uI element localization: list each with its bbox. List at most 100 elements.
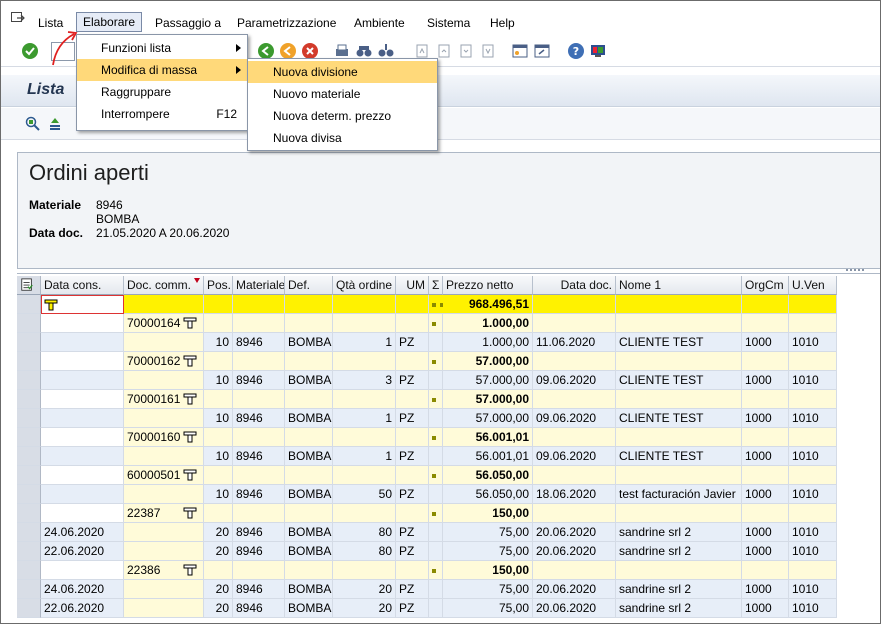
help-icon[interactable]: ? (567, 42, 585, 60)
sales-office[interactable]: 1010 (789, 409, 837, 428)
net-price[interactable]: 75,00 (443, 580, 533, 599)
sales-org[interactable]: 1000 (742, 580, 789, 599)
sales-office[interactable]: 1010 (789, 485, 837, 504)
net-price[interactable]: 75,00 (443, 599, 533, 618)
grid-cell[interactable] (742, 352, 789, 371)
subtotal-row[interactable]: 22386 150,00 (17, 561, 837, 580)
unit-of-measure[interactable]: PZ (396, 485, 429, 504)
material-description[interactable]: BOMBA (285, 333, 333, 352)
subtotal-level-cell[interactable] (429, 428, 443, 447)
grid-cell[interactable] (124, 580, 204, 599)
subtotal-amount[interactable]: 56.001,01 (443, 428, 533, 447)
material-description[interactable]: BOMBA (285, 542, 333, 561)
sales-org[interactable]: 1000 (742, 371, 789, 390)
row-selector[interactable] (17, 295, 41, 314)
material-description[interactable]: BOMBA (285, 485, 333, 504)
subtotal-icon[interactable] (183, 431, 197, 443)
grid-cell[interactable] (742, 428, 789, 447)
select-all-button[interactable] (17, 276, 41, 295)
grid-cell[interactable] (333, 428, 396, 447)
subtotal-icon[interactable] (183, 355, 197, 367)
total-icon[interactable] (44, 299, 58, 311)
row-selector[interactable] (17, 580, 41, 599)
table-row[interactable]: 24.06.2020 20 8946 BOMBA 80 PZ 75,00 20.06.2020… (17, 523, 837, 542)
grid-cell[interactable] (233, 561, 285, 580)
column-header-11[interactable]: OrgCm (742, 276, 789, 295)
grid-cell[interactable] (533, 466, 616, 485)
sales-doc-number[interactable]: 22387 (124, 504, 204, 523)
grid-cell[interactable] (285, 561, 333, 580)
grid-cell[interactable] (124, 447, 204, 466)
column-header-4[interactable]: Def. (285, 276, 333, 295)
net-price[interactable]: 75,00 (443, 523, 533, 542)
sales-org[interactable]: 1000 (742, 333, 789, 352)
row-selector[interactable] (17, 333, 41, 352)
delivery-date[interactable]: 22.06.2020 (41, 599, 124, 618)
unit-of-measure[interactable]: PZ (396, 333, 429, 352)
delivery-date[interactable] (41, 485, 124, 504)
material-description[interactable]: BOMBA (285, 371, 333, 390)
net-price[interactable]: 57.000,00 (443, 409, 533, 428)
unit-of-measure[interactable]: PZ (396, 542, 429, 561)
menu-help[interactable]: Help (484, 13, 521, 33)
grid-cell[interactable] (285, 314, 333, 333)
net-price[interactable]: 56.001,01 (443, 447, 533, 466)
grid-cell[interactable] (124, 599, 204, 618)
grid-cell[interactable] (429, 599, 443, 618)
grid-cell[interactable] (204, 390, 233, 409)
subtotal-amount[interactable]: 57.000,00 (443, 390, 533, 409)
net-price[interactable]: 57.000,00 (443, 371, 533, 390)
grid-cell[interactable] (41, 504, 124, 523)
grid-cell[interactable] (533, 428, 616, 447)
submenu-item-0[interactable]: Nuova divisione (248, 61, 437, 83)
row-selector[interactable] (17, 352, 41, 371)
grid-cell[interactable] (396, 314, 429, 333)
table-row[interactable]: 10 8946 BOMBA 3 PZ 57.000,00 09.06.2020 CLIENTE… (17, 371, 837, 390)
subtotal-row[interactable]: 70000161 57.000,00 (17, 390, 837, 409)
customize-layout-icon[interactable] (589, 42, 607, 60)
grid-cell[interactable] (41, 428, 124, 447)
next-page-icon[interactable] (457, 42, 475, 60)
row-selector[interactable] (17, 371, 41, 390)
order-quantity[interactable]: 3 (333, 371, 396, 390)
grid-cell[interactable] (204, 295, 233, 314)
grid-cell[interactable] (533, 390, 616, 409)
document-date[interactable]: 20.06.2020 (533, 542, 616, 561)
table-row[interactable]: 10 8946 BOMBA 50 PZ 56.050,00 18.06.2020 test f… (17, 485, 837, 504)
grid-cell[interactable] (616, 466, 742, 485)
document-date[interactable]: 18.06.2020 (533, 485, 616, 504)
column-header-10[interactable]: Nome 1 (616, 276, 742, 295)
column-header-0[interactable]: Data cons. (41, 276, 124, 295)
unit-of-measure[interactable]: PZ (396, 371, 429, 390)
row-selector[interactable] (17, 504, 41, 523)
sales-doc-number[interactable]: 60000501 (124, 466, 204, 485)
unit-of-measure[interactable]: PZ (396, 599, 429, 618)
material-description[interactable]: BOMBA (285, 409, 333, 428)
last-page-icon[interactable] (479, 42, 497, 60)
delivery-date[interactable] (41, 447, 124, 466)
column-header-12[interactable]: U.Ven (789, 276, 837, 295)
document-date[interactable]: 09.06.2020 (533, 447, 616, 466)
grid-cell[interactable] (742, 390, 789, 409)
order-quantity[interactable]: 50 (333, 485, 396, 504)
table-row[interactable]: 22.06.2020 20 8946 BOMBA 20 PZ 75,00 20.06.2020… (17, 599, 837, 618)
grid-cell[interactable] (429, 542, 443, 561)
menu-sistema[interactable]: Sistema (421, 13, 476, 33)
column-header-6[interactable]: UM (396, 276, 429, 295)
order-quantity[interactable]: 1 (333, 409, 396, 428)
enter-check-icon[interactable] (21, 42, 39, 60)
grid-cell[interactable] (124, 523, 204, 542)
table-row[interactable]: 22.06.2020 20 8946 BOMBA 80 PZ 75,00 20.06.2020… (17, 542, 837, 561)
delivery-date[interactable]: 24.06.2020 (41, 523, 124, 542)
sales-org[interactable]: 1000 (742, 447, 789, 466)
grid-cell[interactable] (789, 561, 837, 580)
sales-doc-number[interactable]: 70000160 (124, 428, 204, 447)
order-quantity[interactable]: 20 (333, 580, 396, 599)
grid-cell[interactable] (742, 466, 789, 485)
unit-of-measure[interactable]: PZ (396, 409, 429, 428)
grid-cell[interactable] (616, 295, 742, 314)
subtotal-row[interactable]: 70000162 57.000,00 (17, 352, 837, 371)
row-selector[interactable] (17, 466, 41, 485)
subtotal-icon[interactable] (183, 507, 197, 519)
document-date[interactable]: 11.06.2020 (533, 333, 616, 352)
